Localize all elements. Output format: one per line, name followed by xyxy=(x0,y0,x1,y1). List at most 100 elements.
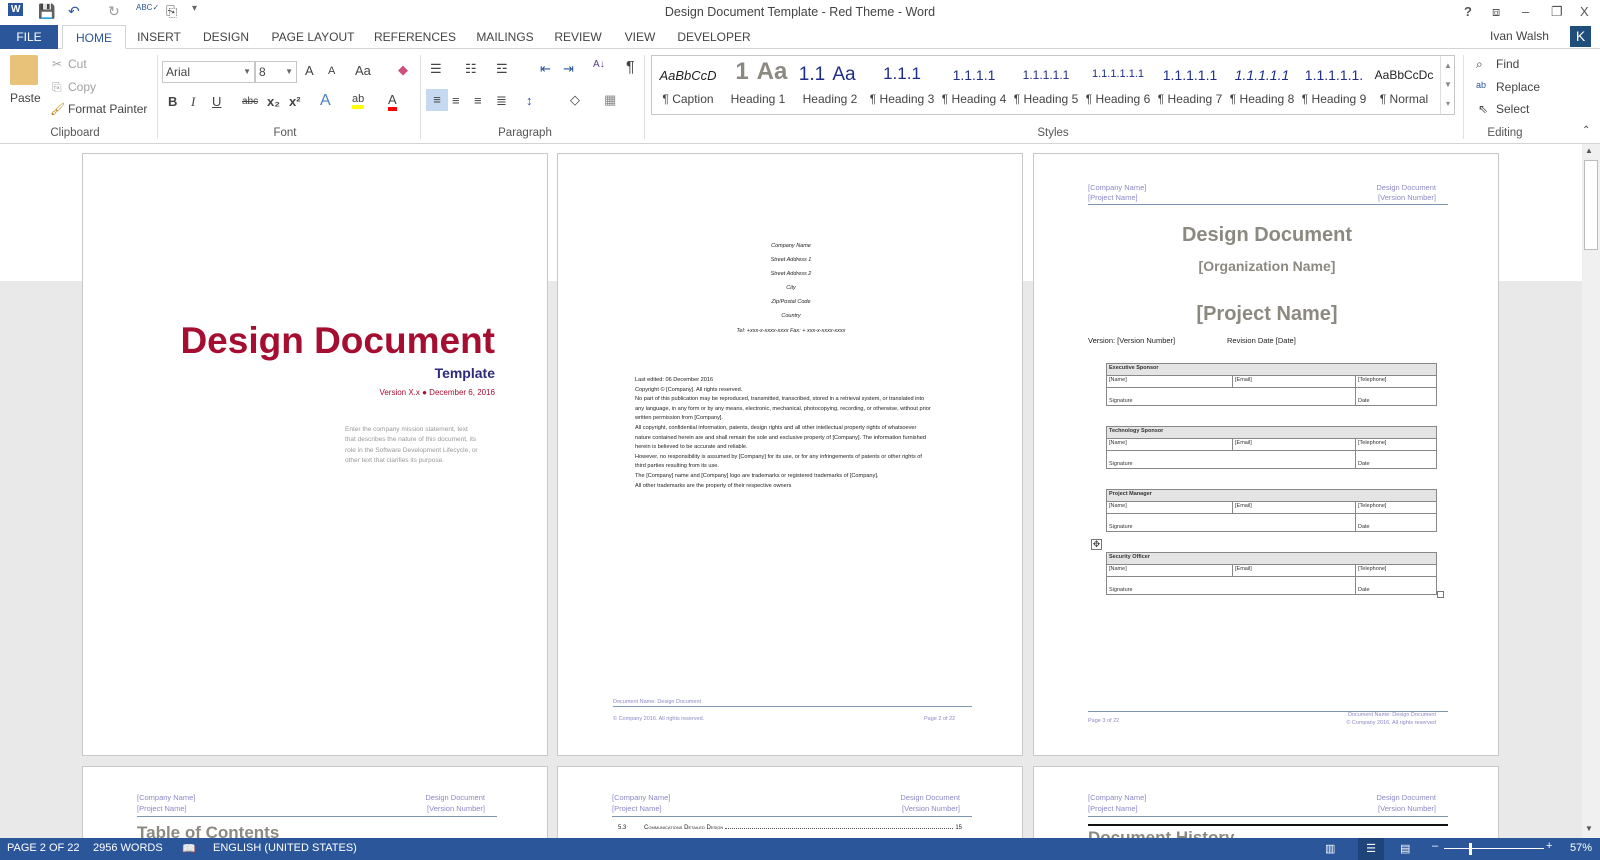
proofing-icon[interactable]: 📖 xyxy=(182,842,196,855)
style-heading-6[interactable]: 1.1.1.1.1.1 ¶ Heading 6 xyxy=(1082,56,1154,114)
paste-icon[interactable] xyxy=(10,55,38,85)
style-heading-4[interactable]: 1.1.1.1 ¶ Heading 4 xyxy=(938,56,1010,114)
toc-entry[interactable]: 5.3 Communications Detailed Design 15 xyxy=(618,825,962,831)
page-4[interactable]: [Company Name] [Project Name] Design Doc… xyxy=(82,766,548,838)
bullets-icon[interactable]: ☰ xyxy=(430,61,442,77)
close-icon[interactable]: X xyxy=(1580,4,1589,19)
email-cell[interactable]: [Email] xyxy=(1232,501,1356,514)
change-case-icon[interactable]: Aa xyxy=(355,63,371,78)
name-cell[interactable]: [Name] xyxy=(1106,375,1233,388)
font-size-select[interactable]: 8 ▼ xyxy=(255,61,297,83)
zoom-slider-track[interactable] xyxy=(1444,848,1544,849)
table-resize-handle[interactable] xyxy=(1437,591,1444,598)
bold-icon[interactable]: B xyxy=(168,94,177,109)
sort-icon[interactable]: A↓ xyxy=(593,59,605,70)
replace-button[interactable]: Replace xyxy=(1496,80,1540,94)
page-1[interactable]: Design Document Template Version X.x ● D… xyxy=(82,153,548,756)
scrollbar-thumb[interactable] xyxy=(1584,160,1598,250)
grow-font-icon[interactable]: A xyxy=(305,63,314,78)
find-button[interactable]: Find xyxy=(1496,57,1519,71)
page-3[interactable]: [Company Name] [Project Name] Design Doc… xyxy=(1033,153,1499,756)
document-area[interactable]: Design Document Template Version X.x ● D… xyxy=(0,144,1582,838)
sponsor-table[interactable]: Project Manager [Name] [Email] [Telephone]… xyxy=(1106,489,1437,532)
tab-home[interactable]: HOME xyxy=(62,25,126,49)
tab-view[interactable]: VIEW xyxy=(618,25,662,49)
zoom-level[interactable]: 57% xyxy=(1570,842,1592,854)
date-cell[interactable]: Date xyxy=(1355,387,1437,406)
collapse-ribbon-icon[interactable]: ⌃ xyxy=(1582,125,1590,136)
tab-file[interactable]: FILE xyxy=(0,25,58,49)
cut-button[interactable]: Cut xyxy=(68,57,87,71)
zoom-out-icon[interactable]: – xyxy=(1432,840,1438,852)
style-heading-3[interactable]: 1.1.1 ¶ Heading 3 xyxy=(866,56,938,114)
font-name-select[interactable]: Arial ▼ xyxy=(162,61,255,83)
vertical-scrollbar[interactable]: ▲ ▼ xyxy=(1582,144,1600,838)
tab-design[interactable]: DESIGN xyxy=(196,25,256,49)
justify-icon[interactable]: ≣ xyxy=(496,93,507,109)
underline-icon[interactable]: U xyxy=(212,94,221,109)
highlight-icon[interactable]: ab xyxy=(352,93,365,109)
print-layout-icon[interactable]: ☰ xyxy=(1358,838,1384,860)
page-6[interactable]: [Company Name] [Project Name] Design Doc… xyxy=(1033,766,1499,838)
read-mode-icon[interactable]: ▥ xyxy=(1325,842,1335,855)
scroll-up-icon[interactable]: ▲ xyxy=(1585,146,1593,155)
shrink-font-icon[interactable]: A xyxy=(328,65,335,77)
zoom-in-icon[interactable]: + xyxy=(1546,840,1552,852)
style-normal[interactable]: AaBbCcDc ¶ Normal xyxy=(1368,56,1440,114)
tab-developer[interactable]: DEVELOPER xyxy=(676,25,752,49)
telephone-cell[interactable]: [Telephone] xyxy=(1355,501,1437,514)
user-name[interactable]: Ivan Walsh xyxy=(1490,29,1549,43)
help-icon[interactable]: ? xyxy=(1464,4,1472,19)
sponsor-table[interactable]: Executive Sponsor [Name] [Email] [Telephon… xyxy=(1106,363,1437,406)
telephone-cell[interactable]: [Telephone] xyxy=(1355,375,1437,388)
line-spacing-icon[interactable]: ↕ xyxy=(526,93,533,108)
style-heading-8[interactable]: 1.1.1.1.1 ¶ Heading 8 xyxy=(1226,56,1298,114)
language[interactable]: ENGLISH (UNITED STATES) xyxy=(213,842,357,854)
tab-references[interactable]: REFERENCES xyxy=(370,25,460,49)
signature-cell[interactable]: Signature xyxy=(1106,513,1356,532)
ribbon-display-icon[interactable]: ⧈ xyxy=(1492,4,1500,20)
show-formatting-icon[interactable]: ¶ xyxy=(626,59,635,77)
shading-icon[interactable]: ◇ xyxy=(570,92,580,108)
telephone-cell[interactable]: [Telephone] xyxy=(1355,564,1437,577)
name-cell[interactable]: [Name] xyxy=(1106,564,1233,577)
increase-indent-icon[interactable]: ⇥ xyxy=(563,61,574,77)
multilevel-list-icon[interactable]: ☲ xyxy=(496,61,508,77)
style-heading-9[interactable]: 1.1.1.1.1. ¶ Heading 9 xyxy=(1298,56,1370,114)
format-painter-button[interactable]: Format Painter xyxy=(68,102,147,116)
strikethrough-icon[interactable]: abc xyxy=(242,96,258,107)
align-right-icon[interactable]: ≡ xyxy=(474,93,482,108)
styles-scroll-buttons[interactable]: ▲ ▼ ▾ xyxy=(1440,56,1455,114)
decrease-indent-icon[interactable]: ⇤ xyxy=(540,61,551,77)
style-heading-5[interactable]: 1.1.1.1.1 ¶ Heading 5 xyxy=(1010,56,1082,114)
superscript-icon[interactable]: x² xyxy=(289,94,301,109)
copy-button[interactable]: Copy xyxy=(68,80,96,94)
page-count[interactable]: PAGE 2 OF 22 xyxy=(7,842,80,854)
style-heading-1-label[interactable]: Heading 1 xyxy=(720,56,796,114)
date-cell[interactable]: Date xyxy=(1355,576,1437,595)
word-count[interactable]: 2956 WORDS xyxy=(93,842,163,854)
signature-cell[interactable]: Signature xyxy=(1106,450,1356,469)
zoom-slider-thumb[interactable] xyxy=(1469,843,1473,855)
text-effects-icon[interactable]: A xyxy=(320,92,331,110)
avatar[interactable]: K xyxy=(1570,26,1591,47)
borders-icon[interactable]: ▦ xyxy=(604,92,616,108)
sponsor-table[interactable]: Security Officer [Name] [Email] [Telephone… xyxy=(1106,552,1437,595)
subscript-icon[interactable]: x₂ xyxy=(267,94,280,109)
signature-cell[interactable]: Signature xyxy=(1106,387,1356,406)
italic-icon[interactable]: I xyxy=(191,94,195,110)
style-heading-7[interactable]: 1.1.1.1.1 ¶ Heading 7 xyxy=(1154,56,1226,114)
web-layout-icon[interactable]: ▤ xyxy=(1400,842,1410,855)
align-center-icon[interactable]: ≡ xyxy=(452,93,460,108)
align-left-icon[interactable]: ≡ xyxy=(426,89,448,111)
telephone-cell[interactable]: [Telephone] xyxy=(1355,438,1437,451)
scroll-down-icon[interactable]: ▼ xyxy=(1585,824,1593,833)
style-caption[interactable]: AaBbCcD ¶ Caption xyxy=(652,56,724,114)
email-cell[interactable]: [Email] xyxy=(1232,564,1356,577)
minimize-icon[interactable]: – xyxy=(1522,4,1529,19)
style-heading-2-label[interactable]: Heading 2 xyxy=(792,56,868,114)
tab-page-layout[interactable]: PAGE LAYOUT xyxy=(268,25,358,49)
signature-cell[interactable]: Signature xyxy=(1106,576,1356,595)
clear-formatting-icon[interactable]: ◆ xyxy=(398,62,408,78)
tab-review[interactable]: REVIEW xyxy=(552,25,604,49)
